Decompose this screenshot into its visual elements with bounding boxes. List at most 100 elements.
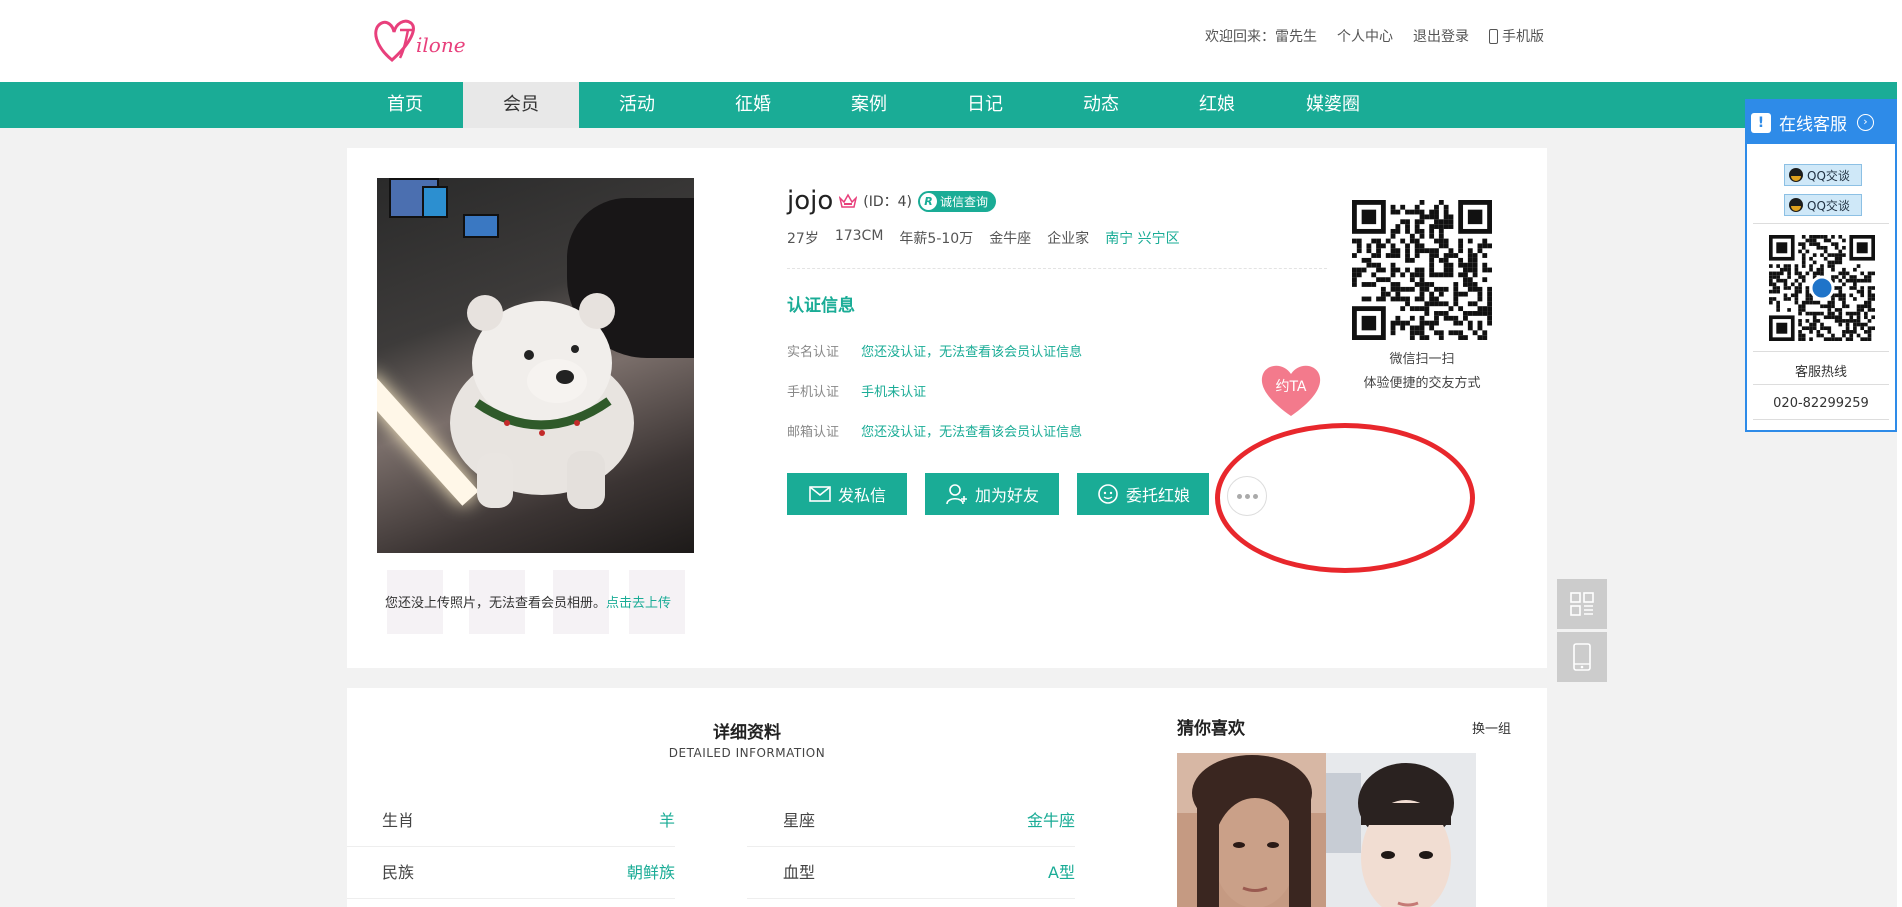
mobile-version-link[interactable]: 手机版 (1489, 26, 1544, 46)
cert-label: 手机认证 (787, 385, 840, 400)
entrust-matchmaker-label: 委托红娘 (1125, 486, 1190, 505)
service-qr-code (1769, 235, 1875, 341)
detail-label: 血型 (783, 863, 816, 882)
qq-chat-button-2[interactable]: QQ交谈 (1784, 194, 1862, 216)
qq-chat-label: QQ交谈 (1807, 198, 1850, 213)
online-service-header[interactable]: ! 在线客服 › (1747, 101, 1895, 144)
cert-row-realname: 实名认证 您还没认证，无法查看该会员认证信息 (787, 341, 1082, 360)
site-header: ilone 欢迎回来：雷先生 个人中心 退出登录 手机版 (0, 0, 1902, 82)
detail-value: 羊 (658, 811, 675, 830)
add-friend-label: 加为好友 (974, 486, 1039, 505)
bg-screen (422, 186, 448, 218)
member-zodiac: 金牛座 (989, 231, 1032, 247)
send-message-button[interactable]: 发私信 (787, 473, 907, 515)
basic-info: 27岁 173CM 年薪5-10万 金牛座 企业家 南宁 兴宁区 (787, 228, 1180, 248)
qq-chat-button-1[interactable]: QQ交谈 (1784, 164, 1862, 186)
nav-item[interactable]: 日记 (927, 82, 1043, 128)
member-salary: 年薪5-10万 (899, 231, 974, 247)
welcome-text: 欢迎回来：雷先生 (1205, 29, 1317, 45)
detail-item-minzu: 民族 朝鲜族 (347, 847, 675, 899)
cert-row-email: 邮箱认证 您还没认证，无法查看该会员认证信息 (787, 421, 1082, 440)
cert-value: 您还没认证，无法查看该会员认证信息 (861, 345, 1083, 360)
mobile-toggle-button[interactable] (1557, 632, 1607, 682)
date-ta-label: 约TA (1275, 379, 1307, 395)
cert-label: 实名认证 (787, 345, 840, 360)
member-height: 173CM (834, 228, 884, 244)
online-service-panel: ! 在线客服 › QQ交谈 QQ交谈 客服热线 020-82299259 (1745, 99, 1897, 432)
detail-item-shengxiao: 生肖 羊 (347, 795, 675, 847)
swap-batch-link[interactable]: 换一组 (1472, 718, 1511, 737)
action-buttons: 发私信 加为好友 委托红娘 (787, 473, 1209, 515)
detail-value: 金牛座 (1026, 811, 1075, 830)
detail-value: A型 (1048, 863, 1075, 882)
nav-item[interactable]: 红娘 (1159, 82, 1275, 128)
wechat-caption: 微信扫一扫 体验便捷的交友方式 (1322, 348, 1522, 396)
cert-value: 手机未认证 (861, 385, 927, 400)
phone-icon (1489, 28, 1498, 44)
member-name: jojo (787, 186, 834, 216)
recommended-member-photo[interactable] (1326, 753, 1476, 907)
main-nav: 首页 会员 活动 征婚 案例 日记 动态 红娘 媒婆圈 (0, 82, 1897, 128)
detail-label: 星座 (783, 811, 816, 830)
personal-center-link[interactable]: 个人中心 (1337, 26, 1393, 46)
chat-bubble-icon: ! (1751, 112, 1771, 133)
nav-item[interactable]: 媒婆圈 (1275, 82, 1391, 128)
profile-card: 您还没上传照片，无法查看会员相册。点击去上传 jojo (ID：4) R 诚信查… (347, 148, 1547, 668)
member-name-row: jojo (ID：4) R 诚信查询 (787, 186, 997, 216)
upload-tip: 您还没上传照片，无法查看会员相册。点击去上传 (385, 592, 671, 611)
logout-link[interactable]: 退出登录 (1413, 26, 1469, 46)
add-friend-button[interactable]: 加为好友 (925, 473, 1059, 515)
mobile-version-label: 手机版 (1502, 29, 1544, 45)
guess-you-like-title: 猜你喜欢 (1177, 719, 1245, 739)
member-photo[interactable] (377, 178, 694, 553)
member-portrait-image (1177, 753, 1327, 907)
detail-label: 生肖 (382, 811, 415, 830)
credit-r-icon: R (920, 192, 938, 210)
nav-item[interactable]: 案例 (811, 82, 927, 128)
detail-card: 详细资料 DETAILED INFORMATION 生肖 羊 星座 金牛座 民族… (347, 688, 1547, 907)
nav-item[interactable]: 动态 (1043, 82, 1159, 128)
qq-penguin-icon (1789, 198, 1803, 212)
service-divider (1753, 384, 1889, 385)
detail-subtitle: DETAILED INFORMATION (668, 746, 826, 760)
member-portrait-image (1326, 753, 1476, 907)
service-divider (1753, 351, 1889, 352)
member-job: 企业家 (1047, 231, 1090, 247)
svg-text:ilone: ilone (416, 33, 466, 57)
bear-toy-image (450, 293, 634, 509)
vip-crown-icon (839, 193, 858, 208)
wechat-caption-line2: 体验便捷的交友方式 (1363, 376, 1481, 391)
member-id: (ID：4) (863, 194, 913, 210)
online-service-title: 在线客服 (1779, 115, 1847, 135)
nav-item[interactable]: 征婚 (695, 82, 811, 128)
detail-item-xingzuo: 星座 金牛座 (747, 795, 1075, 847)
wechat-caption-line1: 微信扫一扫 (1389, 352, 1455, 367)
recommended-member-photo[interactable] (1177, 753, 1327, 907)
date-ta-button[interactable]: 约TA (1259, 360, 1323, 418)
qr-grid-icon (1570, 592, 1594, 616)
nav-item[interactable]: 首页 (347, 82, 463, 128)
service-divider (1753, 419, 1889, 420)
upload-link[interactable]: 点击去上传 (606, 596, 671, 611)
detail-value: 朝鲜族 (626, 863, 675, 882)
qq-chat-label: QQ交谈 (1807, 168, 1850, 183)
qr-toggle-button[interactable] (1557, 579, 1607, 629)
qq-penguin-icon (1789, 168, 1803, 182)
chevron-right-icon: › (1857, 114, 1874, 131)
cert-value: 您还没认证，无法查看该会员认证信息 (861, 425, 1083, 440)
add-user-icon (946, 484, 967, 505)
site-logo[interactable]: ilone (370, 10, 480, 70)
nav-item[interactable]: 会员 (463, 82, 579, 128)
red-highlight-circle (1215, 423, 1475, 573)
matchmaker-icon (1098, 484, 1118, 504)
certification-title: 认证信息 (787, 296, 855, 316)
info-divider (787, 268, 1327, 269)
detail-title: 详细资料 (713, 723, 781, 743)
credit-check-badge[interactable]: R 诚信查询 (918, 190, 997, 212)
nav-item[interactable]: 活动 (579, 82, 695, 128)
upload-tip-text: 您还没上传照片，无法查看会员相册。 (385, 596, 607, 611)
entrust-matchmaker-button[interactable]: 委托红娘 (1077, 473, 1209, 515)
detail-item-xuexing: 血型 A型 (747, 847, 1075, 899)
member-location: 南宁 兴宁区 (1105, 231, 1180, 247)
hotline-number: 020-82299259 (1773, 396, 1869, 411)
